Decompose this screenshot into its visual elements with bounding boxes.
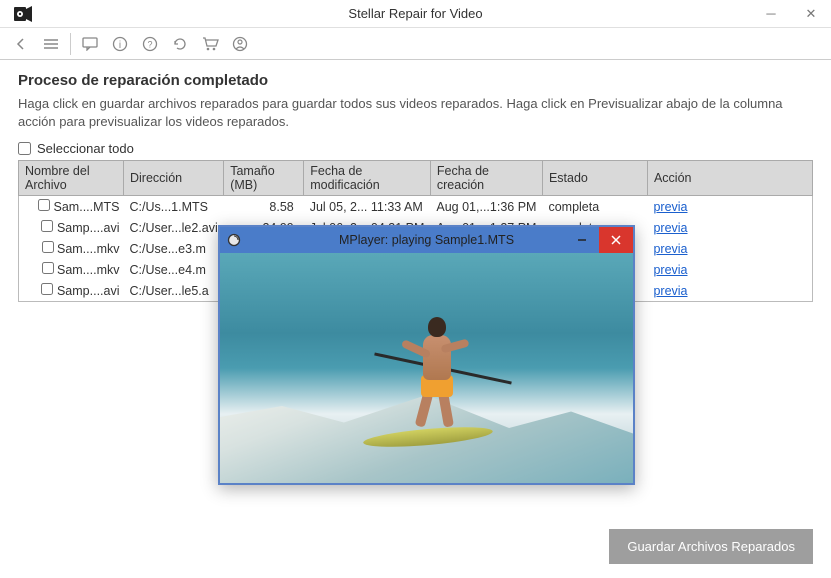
video-surfer [393,317,483,437]
mplayer-titlebar[interactable]: MPlayer: playing Sample1.MTS [220,227,633,253]
mplayer-icon [224,230,244,250]
row-action: previa [647,217,812,238]
col-status[interactable]: Estado [542,161,647,196]
row-action: previa [647,259,812,280]
mplayer-window[interactable]: MPlayer: playing Sample1.MTS [218,225,635,485]
app-logo-icon [10,3,36,25]
refresh-icon[interactable] [167,31,193,57]
minimize-button[interactable]: ─ [751,0,791,28]
select-all-input[interactable] [18,142,31,155]
row-filename: Sam....MTS [54,200,120,214]
col-action[interactable]: Acción [647,161,812,196]
row-checkbox[interactable] [42,241,54,253]
preview-link[interactable]: previa [653,263,687,277]
row-size: 8.58 [224,196,304,218]
row-checkbox-cell: Samp....avi [19,217,124,238]
preview-link[interactable]: previa [653,200,687,214]
row-dir: C:/Use...e4.m [124,259,224,280]
table-row[interactable]: Sam....MTS C:/Us...1.MTS8.58Jul 05, 2... … [19,196,813,218]
save-repaired-button[interactable]: Guardar Archivos Reparados [609,529,813,564]
row-created: Aug 01,...1:36 PM [430,196,542,218]
row-checkbox[interactable] [41,283,53,295]
row-checkbox[interactable] [41,220,53,232]
col-direction[interactable]: Dirección [124,161,224,196]
mplayer-video-area[interactable] [220,253,633,483]
mplayer-controls [565,227,633,253]
row-filename: Sam....mkv [57,263,120,277]
menu-icon[interactable] [38,31,64,57]
row-filename: Sam....mkv [57,242,120,256]
row-modified: Jul 05, 2... 11:33 AM [304,196,431,218]
footer: Guardar Archivos Reparados [609,529,813,564]
row-checkbox-cell: Sam....mkv [19,259,124,280]
row-dir: C:/User...le5.a [124,280,224,302]
preview-link[interactable]: previa [653,284,687,298]
row-filename: Samp....avi [57,221,120,235]
svg-text:?: ? [147,39,152,49]
row-checkbox-cell: Sam....MTS [19,196,124,218]
cart-icon[interactable] [197,31,223,57]
page-heading: Proceso de reparación completado [18,72,813,89]
col-size[interactable]: Tamaño (MB) [224,161,304,196]
row-filename: Samp....avi [57,284,120,298]
help-icon[interactable]: ? [137,31,163,57]
row-dir: C:/User...le2.avi [124,217,224,238]
row-action: previa [647,238,812,259]
row-checkbox[interactable] [42,262,54,274]
row-action: previa [647,280,812,302]
mplayer-title: MPlayer: playing Sample1.MTS [339,233,514,247]
chat-icon[interactable] [77,31,103,57]
col-modified[interactable]: Fecha de modificación [304,161,431,196]
mplayer-minimize-button[interactable] [565,227,599,253]
row-action: previa [647,196,812,218]
page-description: Haga click en guardar archivos reparados… [18,95,813,131]
row-dir: C:/Use...e3.m [124,238,224,259]
user-icon[interactable] [227,31,253,57]
mplayer-close-button[interactable] [599,227,633,253]
svg-text:i: i [119,40,121,51]
window-title: Stellar Repair for Video [348,6,482,21]
row-status: completa [542,196,647,218]
titlebar: Stellar Repair for Video ─ ✕ [0,0,831,28]
row-checkbox-cell: Sam....mkv [19,238,124,259]
close-button[interactable]: ✕ [791,0,831,28]
table-header-row: Nombre del Archivo Dirección Tamaño (MB)… [19,161,813,196]
col-created[interactable]: Fecha de creación [430,161,542,196]
select-all-label: Seleccionar todo [37,141,134,156]
toolbar: i ? [0,28,831,60]
toolbar-separator [70,33,71,55]
row-dir: C:/Us...1.MTS [124,196,224,218]
preview-link[interactable]: previa [653,242,687,256]
select-all-checkbox[interactable]: Seleccionar todo [18,141,813,156]
col-filename[interactable]: Nombre del Archivo [19,161,124,196]
info-icon[interactable]: i [107,31,133,57]
preview-link[interactable]: previa [653,221,687,235]
window-controls: ─ ✕ [751,0,831,28]
row-checkbox[interactable] [38,199,50,211]
back-icon[interactable] [8,31,34,57]
row-checkbox-cell: Samp....avi [19,280,124,302]
